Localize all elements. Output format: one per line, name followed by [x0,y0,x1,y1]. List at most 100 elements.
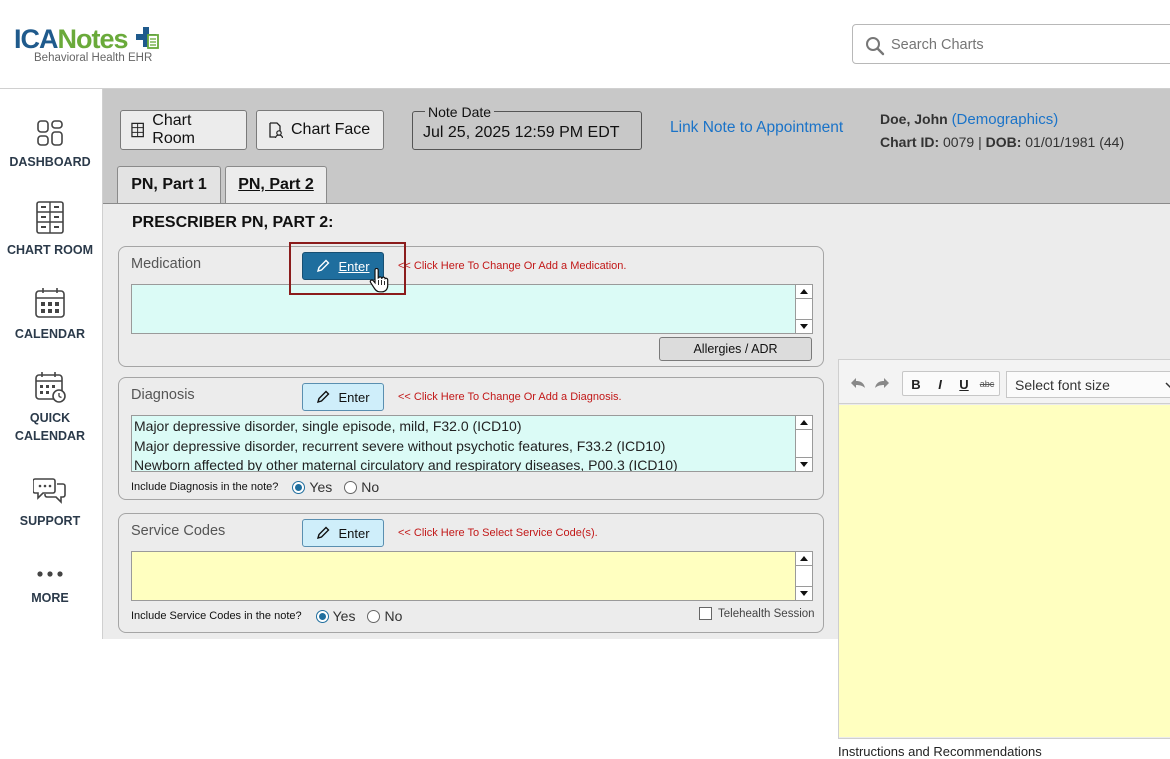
radio-no-label: No [384,608,403,624]
chart-room-button[interactable]: Chart Room [120,110,247,150]
sidebar-label-quick-calendar: CALENDAR [14,429,86,443]
more-dots-icon [37,571,63,577]
search-charts-box[interactable] [852,24,1170,64]
top-header: ICANotes Behavioral Health EHR [0,0,1170,89]
note-date-field[interactable]: Note Date Jul 25, 2025 12:59 PM EDT [412,104,642,150]
scroll-down-arrow-icon[interactable] [796,319,812,333]
bold-button[interactable]: B [905,373,927,395]
scroll-up-arrow-icon[interactable] [796,416,812,430]
sidebar-item-chart-room[interactable]: CHART ROOM [0,201,100,259]
quick-calendar-icon [35,372,66,403]
logo-text-notes: Notes [57,24,129,54]
medication-textbox[interactable] [131,284,813,334]
hand-cursor-icon [369,268,389,293]
chart-face-icon [269,121,283,138]
sidebar-label-support: SUPPORT [19,514,81,528]
strikethrough-button[interactable]: abc [976,373,998,395]
medication-panel: Medication Enter << Click Here To Change… [118,246,824,367]
service-codes-scrollbar[interactable] [795,552,812,600]
service-codes-enter-button[interactable]: Enter [302,519,384,547]
sidebar-item-dashboard[interactable]: DASHBOARD [0,119,100,171]
pencil-icon [317,526,330,540]
scroll-up-arrow-icon[interactable] [796,285,812,299]
chevron-down-icon [1165,382,1170,389]
chart-room-button-label: Chart Room [152,112,195,147]
diagnosis-enter-button[interactable]: Enter [302,383,384,411]
sidebar-item-more[interactable]: MORE [0,565,100,607]
calendar-icon [35,288,65,318]
chart-id-value: 0079 [943,134,975,150]
radio-selected-icon [292,480,306,494]
demographics-link[interactable]: (Demographics) [952,111,1059,128]
sidebar-label-dashboard: DASHBOARD [9,155,91,169]
diagnosis-enter-label: Enter [338,389,370,405]
telehealth-session-checkbox[interactable]: Telehealth Session [699,607,815,620]
medication-scrollbar[interactable] [795,285,812,333]
undo-icon[interactable] [847,372,869,394]
diagnosis-textbox[interactable]: Major depressive disorder, single episod… [131,415,813,472]
dashboard-icon [37,120,63,146]
chat-bubbles-icon [33,478,66,504]
service-codes-label: Service Codes [131,523,226,539]
service-codes-textbox[interactable] [131,551,813,601]
radio-unselected-icon [367,609,381,623]
pencil-icon [317,390,330,404]
redo-icon[interactable] [871,372,893,394]
checkbox-unchecked-icon [699,607,712,620]
chart-face-button[interactable]: Chart Face [256,110,384,150]
main-area: Chart Room Chart Face Note Date Jul 25, … [103,89,1170,759]
logo-tagline: Behavioral Health EHR [34,52,153,64]
radio-yes-label: Yes [332,608,356,624]
link-note-to-appointment-link[interactable]: Link Note to Appointment [670,119,843,137]
sidebar-label-quick: QUICK [29,411,71,425]
logo-text-ica: ICA [14,24,58,54]
scroll-down-arrow-icon[interactable] [796,457,812,471]
underline-button[interactable]: U [953,373,975,395]
chart-face-button-label: Chart Face [291,121,371,138]
telehealth-session-label: Telehealth Session [718,607,815,620]
radio-no-label: No [361,479,380,495]
note-content: PRESCRIBER PN, PART 2: Medication Enter … [103,203,1170,759]
editor-toolbar: B I U abc Select font size [839,360,1170,404]
medication-label: Medication [131,256,202,272]
sidebar-item-quick-calendar[interactable]: QUICK CALENDAR [0,371,100,445]
font-size-select[interactable]: Select font size [1006,371,1170,398]
info-separator: | [978,134,982,150]
file-cabinet-small-icon [131,122,144,138]
chart-id-label: Chart ID: [880,134,940,150]
include-service-codes-row: Include Service Codes in the note? Yes N… [131,608,402,624]
sidebar-item-support[interactable]: SUPPORT [0,476,100,530]
dob-value: 01/01/1981 (44) [1025,134,1125,150]
sidebar-label-calendar: CALENDAR [14,327,86,341]
service-codes-panel: Service Codes Enter << Click Here To Sel… [118,513,824,633]
search-icon [866,37,885,56]
allergies-adr-button[interactable]: Allergies / ADR [659,337,812,361]
include-diagnosis-no-radio[interactable]: No [344,479,379,495]
search-charts-input[interactable] [891,33,1151,57]
dob-label: DOB: [985,134,1022,150]
logo-plus-icon [135,26,159,49]
diagnosis-hint: << Click Here To Change Or Add a Diagnos… [398,391,622,403]
include-diagnosis-yes-radio[interactable]: Yes [292,479,332,495]
scroll-down-arrow-icon[interactable] [796,586,812,600]
include-service-codes-yes-radio[interactable]: Yes [315,608,356,624]
sidebar-label-chart-room: CHART ROOM [6,243,94,257]
diagnosis-panel: Diagnosis Enter << Click Here To Change … [118,377,824,500]
note-date-value: Jul 25, 2025 12:59 PM EDT [423,124,620,141]
tab-pn-part-2[interactable]: PN, Part 2 [225,166,327,203]
diagnosis-scrollbar[interactable] [795,416,812,471]
include-diagnosis-row: Include Diagnosis in the note? Yes No [131,479,379,495]
italic-button[interactable]: I [929,373,951,395]
instructions-label: Instructions and Recommendations [838,744,1042,759]
sidebar-item-calendar[interactable]: CALENDAR [0,287,100,343]
font-size-select-value: Select font size [1015,377,1110,393]
tab-pn-part-1[interactable]: PN, Part 1 [117,166,221,203]
include-service-codes-no-radio[interactable]: No [367,608,402,624]
diagnosis-line: Newborn affected by other maternal circu… [134,457,678,472]
diagnosis-line: Major depressive disorder, single episod… [134,418,522,434]
icanotes-logo[interactable]: ICANotes Behavioral Health EHR [14,24,159,64]
service-codes-enter-label: Enter [338,525,370,541]
editor-text-area[interactable] [839,405,1170,737]
include-diagnosis-label: Include Diagnosis in the note? [131,481,279,493]
scroll-up-arrow-icon[interactable] [796,552,812,566]
